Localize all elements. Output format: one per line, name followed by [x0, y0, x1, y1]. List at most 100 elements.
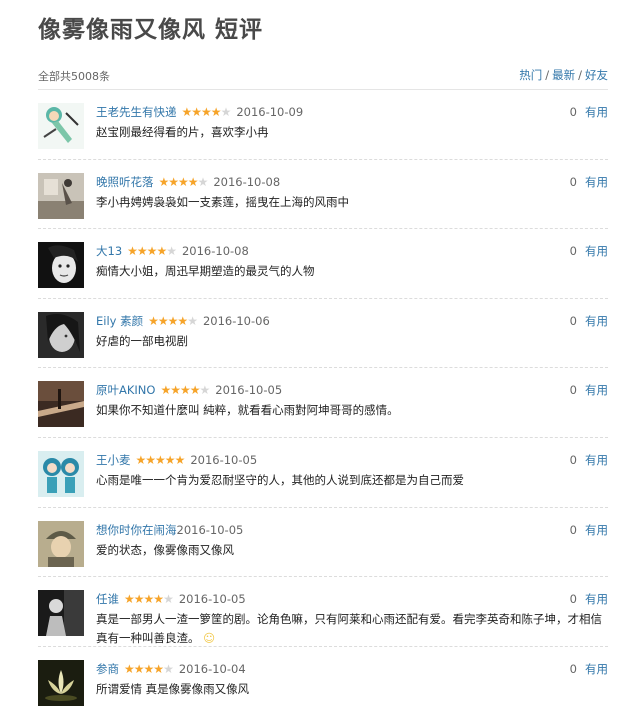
star-icon: ★ — [167, 313, 179, 328]
useful-button[interactable]: 有用 — [585, 175, 608, 189]
comment-meta: 王小麦 ★★★★★ 2016-10-05 — [96, 452, 257, 468]
avatar[interactable] — [38, 520, 84, 567]
avatar[interactable] — [38, 311, 84, 358]
username-link[interactable]: 晚照听花落 — [96, 175, 154, 189]
rating-stars: ★★★★★ — [160, 383, 211, 398]
rating-stars: ★★★★★ — [136, 452, 186, 467]
comment-item: 想你时你在闹海2016-10-05 0 有用 爱的状态，像雾像雨又像风 — [38, 508, 608, 578]
comment-text: 如果你不知道什麼叫 純粹，就看看心雨對阿坤哥哥的感情。 — [96, 403, 399, 418]
star-icon: ★ — [133, 661, 145, 676]
cartoon-avatar-image — [38, 450, 84, 497]
photo-avatar-image — [38, 242, 84, 289]
username-link[interactable]: 参商 — [96, 662, 119, 676]
star-icon: ★ — [153, 661, 164, 676]
comment-meta: 大13 ★★★★★ 2016-10-08 — [96, 243, 249, 259]
avatar[interactable] — [38, 172, 84, 219]
star-icon: ★ — [127, 244, 138, 259]
comment-text: 痴情大小姐，周迅早期塑造的最灵气的人物 — [96, 264, 315, 279]
comment-meta: 王老先生有快递 ★★★★★ 2016-10-09 — [96, 104, 303, 120]
useful-button[interactable]: 有用 — [585, 244, 608, 258]
avatar[interactable] — [38, 659, 84, 706]
useful-button[interactable]: 有用 — [585, 662, 608, 676]
username-link[interactable]: 大13 — [96, 244, 122, 258]
comment-date: 2016-10-05 — [176, 522, 244, 537]
comment-item: 大13 ★★★★★ 2016-10-08 0 有用 痴情大小姐，周迅早期塑造的最灵气的… — [38, 229, 608, 299]
useful-button[interactable]: 有用 — [585, 592, 608, 606]
star-icon: ★ — [180, 383, 191, 398]
rating-stars: ★★★★★ — [148, 313, 198, 328]
star-icon: ★ — [166, 244, 177, 259]
star-icon: ★ — [199, 383, 211, 398]
rating-stars: ★★★★★ — [124, 661, 174, 676]
star-icon: ★ — [157, 313, 169, 328]
comment-date: 2016-10-09 — [236, 105, 304, 119]
rating-stars: ★★★★★ — [127, 244, 177, 259]
star-icon: ★ — [148, 313, 159, 328]
useful-count: 0 — [569, 313, 577, 328]
vote-area: 0 有用 — [570, 452, 608, 468]
star-icon: ★ — [146, 244, 158, 259]
star-icon: ★ — [155, 452, 166, 467]
star-icon: ★ — [143, 592, 155, 607]
photo-avatar-image — [38, 172, 84, 219]
comment-item: 王老先生有快递 ★★★★★ 2016-10-09 0 有用 赵宝刚最经得看的片，喜欢李… — [38, 90, 608, 160]
useful-count: 0 — [569, 383, 577, 398]
comment-item: 原叶AKINO ★★★★★ 2016-10-05 0 有用 如果你不知道什麼叫 純粹，… — [38, 368, 608, 438]
vote-area: 0 有用 — [570, 243, 608, 259]
star-icon: ★ — [177, 313, 188, 328]
star-icon: ★ — [201, 105, 212, 119]
useful-count: 0 — [569, 174, 577, 189]
avatar[interactable] — [38, 450, 84, 497]
useful-button[interactable]: 有用 — [585, 383, 608, 397]
useful-count: 0 — [569, 522, 577, 537]
sort-options: 热门 / 最新 / 好友 — [519, 67, 608, 83]
page-title: 像雾像雨又像风 短评 — [38, 17, 264, 43]
comment-text: 赵宝刚最经得看的片，喜欢李小冉 — [96, 125, 269, 139]
star-icon: ★ — [191, 105, 202, 119]
useful-button[interactable]: 有用 — [585, 105, 608, 119]
vote-area: 0 有用 — [570, 174, 608, 190]
sort-latest-link[interactable]: 最新 — [552, 68, 575, 82]
avatar[interactable] — [38, 590, 84, 637]
comment-list: 王老先生有快递 ★★★★★ 2016-10-09 0 有用 赵宝刚最经得看的片，喜欢李… — [38, 90, 608, 715]
photo-avatar-image — [38, 311, 84, 358]
comments-subheader: 全部共5008条 热门 / 最新 / 好友 — [38, 67, 608, 90]
username-link[interactable]: Eily 素颜 — [96, 314, 143, 328]
username-link[interactable]: 王老先生有快递 — [96, 105, 177, 119]
comment-meta: 原叶AKINO ★★★★★ 2016-10-05 — [96, 382, 282, 398]
vote-area: 0 有用 — [570, 104, 608, 120]
useful-button[interactable]: 有用 — [585, 314, 608, 328]
avatar[interactable] — [38, 381, 84, 428]
star-icon: ★ — [187, 313, 198, 328]
star-icon: ★ — [163, 592, 174, 607]
star-icon: ★ — [210, 105, 222, 119]
sort-separator: / — [545, 68, 550, 82]
comment-text: 爱的状态，像雾像雨又像风 — [96, 542, 234, 557]
comment-meta: 晚照听花落 ★★★★★ 2016-10-08 — [96, 174, 280, 190]
username-link[interactable]: 原叶AKINO — [96, 383, 155, 397]
star-icon: ★ — [145, 452, 156, 467]
comment-text: 所谓爱情 真是像雾像雨又像风 — [96, 681, 250, 696]
useful-count: 0 — [569, 452, 577, 467]
sort-separator: / — [578, 68, 582, 82]
sort-hot-link[interactable]: 热门 — [519, 68, 542, 82]
comment-text: 真是一部男人一渣一箩筐的剧。论角色嘛，只有阿莱和心雨还配有爱。看完李英奇和陈子坤… — [96, 610, 608, 648]
username-link[interactable]: 王小麦 — [96, 453, 131, 467]
comment-meta: 想你时你在闹海2016-10-05 — [96, 522, 243, 538]
vote-area: 0 有用 — [570, 522, 608, 538]
comment-meta: Eily 素颜 ★★★★★ 2016-10-06 — [96, 313, 270, 329]
useful-button[interactable]: 有用 — [585, 523, 608, 537]
username-link[interactable]: 任谁 — [96, 592, 119, 606]
username-link[interactable]: 想你时你在闹海 — [96, 523, 177, 537]
star-icon: ★ — [160, 383, 171, 398]
avatar[interactable] — [38, 242, 84, 289]
star-icon: ★ — [143, 661, 155, 676]
comment-item: 晚照听花落 ★★★★★ 2016-10-08 0 有用 李小冉娉娉袅袅如一支素莲，摇曳… — [38, 160, 608, 230]
photo-avatar-image — [38, 590, 84, 637]
useful-count: 0 — [569, 592, 577, 607]
avatar[interactable] — [38, 103, 84, 149]
star-icon: ★ — [181, 105, 193, 119]
useful-button[interactable]: 有用 — [585, 453, 608, 467]
comment-date: 2016-10-05 — [215, 383, 283, 398]
sort-friends-link[interactable]: 好友 — [585, 68, 608, 82]
